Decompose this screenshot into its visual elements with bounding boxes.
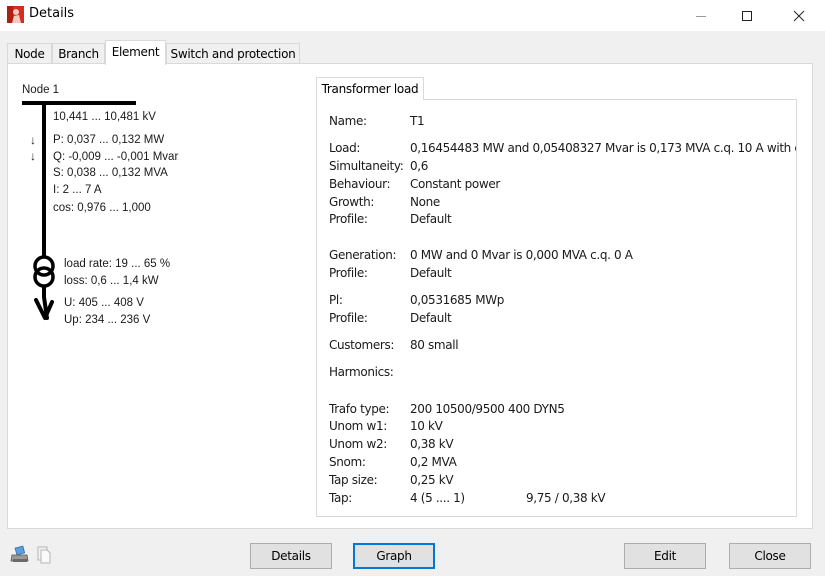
detail-label: Tap:: [329, 491, 352, 505]
tab-branch[interactable]: Branch: [52, 43, 105, 64]
load-arrow: [34, 295, 54, 320]
voltage-up-range: Up: 234 ... 236 V: [64, 314, 151, 326]
transformer-load-panel: Name: T1 Load: 0,16454483 MW and 0,05408…: [316, 99, 797, 517]
detail-label: Behaviour:: [329, 177, 391, 191]
detail-value: 0,0531685 MWp: [410, 293, 504, 307]
detail-value: 0,16454483 MW and 0,05408327 Mvar is 0,1…: [410, 141, 797, 155]
detail-label: Unom w1:: [329, 419, 387, 433]
detail-value: 0,2 MVA: [410, 455, 457, 469]
minimize-button[interactable]: [678, 0, 724, 31]
close-window-button[interactable]: [776, 0, 822, 31]
detail-value: Default: [410, 266, 452, 280]
p-direction-arrow-icon: ↓: [30, 133, 36, 147]
detail-value: 4 (5 .... 1): [410, 491, 465, 505]
detail-label: Load:: [329, 141, 361, 155]
detail-label: Profile:: [329, 311, 368, 325]
active-power-range: P: 0,037 ... 0,132 MW: [53, 134, 165, 146]
detail-label: Unom w2:: [329, 437, 387, 451]
title-bar: Details: [0, 0, 825, 31]
detail-value-ratio: 9,75 / 0,38 kV: [526, 491, 606, 505]
loss-range: loss: 0,6 ... 1,4 kW: [64, 275, 159, 287]
load-rate-range: load rate: 19 ... 65 %: [64, 258, 171, 270]
maximize-icon: [742, 10, 752, 21]
tab-transformer-load[interactable]: Transformer load: [316, 77, 424, 100]
detail-value: Constant power: [410, 177, 500, 191]
q-direction-arrow-icon: ↓: [30, 149, 36, 163]
detail-value: 10 kV: [410, 419, 443, 433]
detail-value: Default: [410, 212, 452, 226]
detail-value: 0 MW and 0 Mvar is 0,000 MVA c.q. 0 A: [410, 248, 633, 262]
detail-label: Trafo type:: [329, 402, 390, 416]
minimize-icon: [696, 15, 706, 17]
detail-label: Snom:: [329, 455, 366, 469]
transformer-winding-2: [33, 266, 55, 288]
reactive-power-range: Q: -0,009 ... -0,001 Mvar: [53, 151, 179, 163]
edit-button[interactable]: Edit: [624, 543, 706, 569]
busbar: [22, 101, 136, 105]
power-factor-range: cos: 0,976 ... 1,000: [53, 202, 151, 214]
detail-label: Profile:: [329, 212, 368, 226]
detail-value: Default: [410, 311, 452, 325]
detail-label: Pl:: [329, 293, 343, 307]
voltage-u-range: U: 405 ... 408 V: [64, 297, 144, 309]
copy-icon[interactable]: [36, 545, 52, 565]
detail-value: 0,6: [410, 159, 429, 173]
detail-value: 0,25 kV: [410, 473, 454, 487]
window-title: Details: [29, 6, 75, 21]
detail-label: Profile:: [329, 266, 368, 280]
printer-icon[interactable]: [10, 545, 30, 565]
detail-label: Tap size:: [329, 473, 378, 487]
detail-label: Harmonics:: [329, 365, 394, 379]
app-logo-icon: [7, 6, 24, 23]
detail-value: 200 10500/9500 400 DYN5: [410, 402, 565, 416]
feeder-line: [42, 103, 46, 257]
current-range: I: 2 ... 7 A: [53, 184, 102, 196]
close-icon: [793, 10, 805, 21]
detail-value: None: [410, 195, 440, 209]
apparent-power-range: S: 0,038 ... 0,132 MVA: [53, 167, 168, 179]
detail-value: 0,38 kV: [410, 437, 454, 451]
detail-label: Name:: [329, 114, 367, 128]
detail-label: Generation:: [329, 248, 397, 262]
detail-label: Customers:: [329, 338, 395, 352]
voltage-range: 10,441 ... 10,481 kV: [53, 111, 156, 123]
close-button[interactable]: Close: [729, 543, 811, 569]
detail-label: Growth:: [329, 195, 375, 209]
maximize-button[interactable]: [724, 0, 770, 31]
detail-value: 80 small: [410, 338, 459, 352]
graph-button[interactable]: Graph: [353, 543, 435, 569]
tab-node[interactable]: Node: [7, 43, 52, 64]
detail-label: Simultaneity:: [329, 159, 404, 173]
tab-switch-and-protection[interactable]: Switch and protection: [166, 43, 300, 64]
details-button[interactable]: Details: [250, 543, 332, 569]
detail-value: T1: [410, 114, 425, 128]
tab-element[interactable]: Element: [105, 40, 166, 65]
